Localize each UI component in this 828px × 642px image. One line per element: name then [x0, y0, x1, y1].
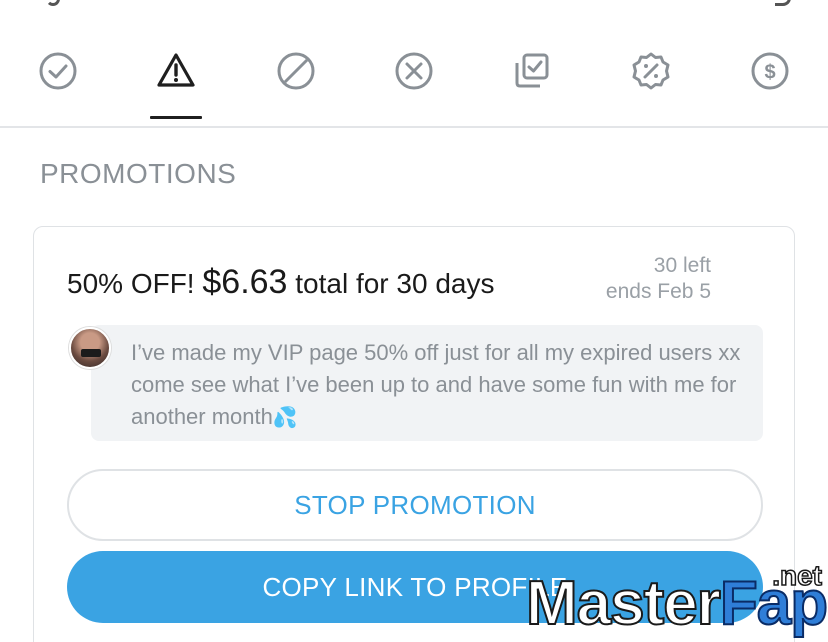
stop-promotion-button[interactable]: STOP PROMOTION	[67, 469, 763, 541]
tab-discount[interactable]	[616, 50, 686, 116]
check-circle-icon	[39, 52, 77, 90]
section-title: PROMOTIONS	[40, 158, 237, 189]
message-text: I’ve made my VIP page 50% off just for a…	[131, 340, 741, 429]
promotion-meta: 30 left ends Feb 5	[606, 253, 711, 305]
promotion-message-box: I’ve made my VIP page 50% off just for a…	[91, 325, 763, 441]
sweat-droplets-emoji: 💦	[272, 407, 298, 429]
svg-text:$: $	[764, 62, 775, 84]
tab-copy-check[interactable]	[497, 50, 567, 116]
top-strip	[0, 0, 828, 10]
tab-warning[interactable]	[141, 50, 211, 119]
offer-price: $6.63	[202, 263, 288, 301]
promotion-remaining: 30 left	[653, 254, 711, 277]
filter-tab-bar: $	[0, 40, 828, 128]
warning-triangle-icon	[157, 53, 195, 87]
promotion-end-date: ends Feb 5	[605, 280, 711, 303]
promotion-offer: 50% OFF! $6.63 total for 30 days	[67, 263, 494, 302]
percent-badge-icon	[632, 52, 670, 90]
offer-suffix: total for 30 days	[287, 268, 495, 299]
watermark-tld: .net	[771, 559, 822, 592]
tab-paid[interactable]: $	[735, 50, 805, 116]
tab-selected-indicator	[150, 116, 202, 119]
tab-cancelled[interactable]	[379, 50, 449, 116]
dollar-circle-icon: $	[751, 52, 789, 90]
search-icon[interactable]	[775, 0, 791, 6]
promotion-message: I’ve made my VIP page 50% off just for a…	[131, 337, 751, 434]
tab-active[interactable]	[23, 50, 93, 116]
offer-prefix: 50% OFF!	[67, 268, 203, 299]
tab-blocked[interactable]	[261, 50, 331, 116]
watermark-logo: MasterFap .net	[520, 559, 828, 642]
copy-check-icon	[515, 53, 549, 88]
avatar[interactable]	[69, 327, 111, 369]
watermark-master: Master	[525, 568, 722, 639]
x-circle-icon	[395, 52, 433, 90]
back-arrow-icon[interactable]	[46, 0, 60, 6]
ban-circle-icon	[277, 52, 315, 90]
